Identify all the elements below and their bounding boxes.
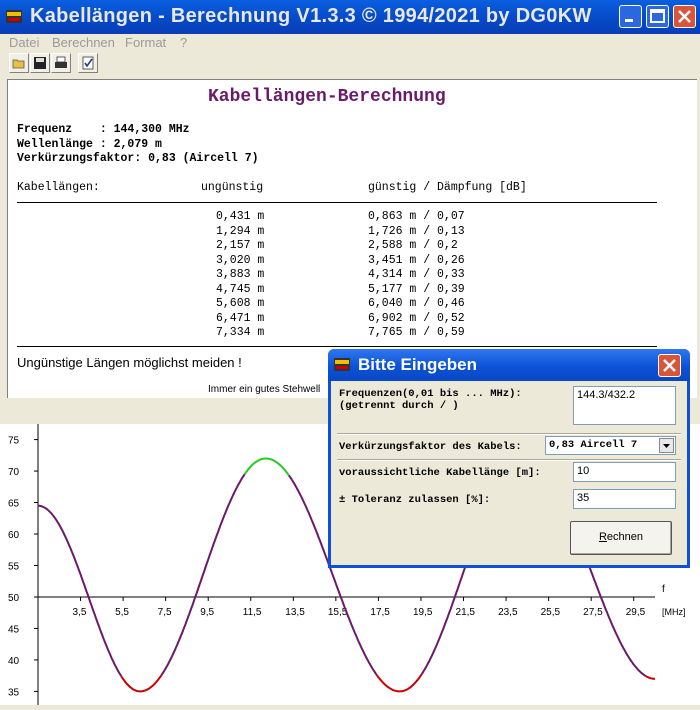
menu-berechnen[interactable]: Berechnen bbox=[52, 35, 115, 50]
row-gunstig: 3,451 m / 0,26 bbox=[368, 253, 465, 267]
y-tick-label: 65 bbox=[8, 499, 20, 510]
x-tick-label: 9,5 bbox=[200, 607, 214, 618]
y-tick-label: 75 bbox=[8, 436, 20, 447]
close-icon[interactable] bbox=[658, 354, 681, 377]
row-ungunstig: 7,334 m bbox=[216, 326, 265, 339]
x-tick-label: 19,5 bbox=[413, 607, 433, 618]
frequency-input[interactable]: 144.3/432.2 bbox=[573, 386, 676, 425]
tolerance-label: ± Toleranz zulassen [%]: bbox=[339, 494, 491, 506]
frequency-label: Frequenzen(0,01 bis ... MHz): (getrennt … bbox=[339, 388, 522, 412]
series-line bbox=[120, 674, 163, 693]
close-button[interactable] bbox=[673, 5, 696, 28]
menu-bar: Datei Berechnen Format ? bbox=[0, 34, 700, 51]
row-gunstig: 2,588 m / 0,2 bbox=[368, 239, 458, 252]
rechnen-button-label: Rechnen bbox=[598, 531, 644, 543]
row-ungunstig: 3,883 m bbox=[216, 268, 265, 281]
divider bbox=[17, 346, 657, 347]
y-tick-label: 55 bbox=[8, 562, 20, 573]
velocity-factor-select[interactable]: 0,83 Aircell 7 bbox=[545, 436, 676, 455]
row-gunstig: 6,040 m / 0,46 bbox=[368, 297, 465, 310]
tolerance-input[interactable]: 35 bbox=[573, 489, 676, 509]
y-tick-label: 70 bbox=[8, 467, 20, 478]
row-gunstig: 5,177 m / 0,39 bbox=[368, 282, 465, 296]
x-tick-label: 11,5 bbox=[243, 607, 262, 618]
footer-text: Immer ein gutes Stehwell bbox=[208, 384, 321, 395]
y-tick-label: 60 bbox=[8, 530, 20, 541]
print-icon[interactable] bbox=[51, 53, 71, 73]
cable-length-input[interactable]: 10 bbox=[573, 462, 676, 482]
chevron-down-icon[interactable] bbox=[659, 438, 674, 453]
menu-help[interactable]: ? bbox=[180, 35, 187, 50]
x-tick-label: 13,5 bbox=[285, 607, 305, 618]
velocity-factor-value: 0,83 Aircell 7 bbox=[549, 439, 638, 451]
row-ungunstig: 6,471 m bbox=[216, 311, 265, 325]
row-gunstig: 1,726 m / 0,13 bbox=[368, 224, 465, 238]
row-ungunstig: 1,294 m bbox=[216, 224, 265, 238]
column-header-label: Kabellängen: bbox=[17, 181, 100, 194]
toolbar bbox=[0, 51, 700, 75]
column-header-gunstig: günstig / Dämpfung [dB] bbox=[368, 181, 527, 194]
open-icon[interactable] bbox=[9, 53, 29, 73]
y-tick-label: 50 bbox=[8, 593, 20, 604]
divider bbox=[17, 202, 657, 203]
x-tick-label: 23,5 bbox=[498, 607, 518, 618]
menu-format[interactable]: Format bbox=[125, 35, 166, 50]
row-gunstig: 7,765 m / 0,59 bbox=[368, 326, 465, 339]
series-line bbox=[160, 473, 246, 676]
x-tick-label: 17,5 bbox=[370, 607, 390, 618]
x-tick-label: 25,5 bbox=[541, 607, 561, 618]
velocity-factor-label: Verkürzungsfaktor des Kabels: bbox=[339, 441, 522, 453]
dialog-title-bar[interactable]: Bitte Eingeben bbox=[328, 349, 690, 381]
rechnen-button[interactable]: Rechnen bbox=[570, 521, 672, 555]
row-ungunstig: 2,157 m bbox=[216, 239, 265, 252]
dialog-body: Frequenzen(0,01 bis ... MHz): (getrennt … bbox=[331, 381, 687, 565]
maximize-button[interactable] bbox=[646, 5, 669, 28]
series-line bbox=[645, 675, 655, 680]
row-ungunstig: 4,745 m bbox=[216, 282, 265, 296]
minimize-button[interactable] bbox=[619, 5, 642, 28]
title-bar[interactable]: Kabellängen - Berechnung V1.3.3 © 1994/2… bbox=[0, 0, 700, 34]
y-tick-label: 40 bbox=[8, 656, 20, 667]
check-icon[interactable] bbox=[78, 53, 98, 73]
length-table: 0,431 m 0,863 m / 0,07 1,294 m 1,726 m /… bbox=[8, 210, 688, 345]
series-line bbox=[376, 673, 423, 693]
separator bbox=[337, 459, 681, 461]
row-gunstig: 6,902 m / 0,52 bbox=[368, 311, 465, 325]
row-ungunstig: 0,431 m bbox=[216, 210, 265, 223]
window-title: Kabellängen - Berechnung V1.3.3 © 1994/2… bbox=[30, 5, 592, 27]
x-tick-label: 3,5 bbox=[73, 607, 87, 618]
y-tick-label: 35 bbox=[8, 687, 20, 698]
app-icon bbox=[6, 10, 22, 23]
x-tick-label: 5,5 bbox=[115, 607, 129, 618]
separator bbox=[337, 433, 681, 435]
x-tick-label: 21,5 bbox=[456, 607, 476, 618]
x-axis-unit: [MHz] bbox=[662, 607, 686, 617]
column-header-ungunstig: ungünstig bbox=[201, 181, 264, 194]
row-gunstig: 0,863 m / 0,07 bbox=[368, 210, 465, 223]
frequency-line: Frequenz : 144,300 MHz bbox=[17, 123, 190, 136]
x-axis-title: f bbox=[662, 584, 665, 595]
x-tick-label: 29,5 bbox=[626, 607, 646, 618]
warning-note: Ungünstige Längen möglichst meiden ! bbox=[17, 355, 242, 370]
row-ungunstig: 5,608 m bbox=[216, 297, 265, 310]
x-tick-label: 27,5 bbox=[583, 607, 603, 618]
dialog-app-icon bbox=[334, 358, 350, 376]
input-dialog: Bitte Eingeben Frequenzen(0,01 bis ... M… bbox=[328, 349, 690, 568]
report-title: Kabellängen-Berechnung bbox=[208, 87, 446, 107]
y-tick-label: 45 bbox=[8, 624, 20, 635]
menu-datei[interactable]: Datei bbox=[9, 35, 39, 50]
x-tick-label: 7,5 bbox=[158, 607, 172, 618]
velocity-factor-line: Verkürzungsfaktor: 0,83 (Aircell 7) bbox=[17, 152, 259, 165]
wavelength-line: Wellenlänge : 2,079 m bbox=[17, 138, 162, 151]
save-icon[interactable] bbox=[30, 53, 50, 73]
dialog-title: Bitte Eingeben bbox=[358, 355, 478, 374]
cable-length-label: voraussichtliche Kabellänge [m]: bbox=[339, 467, 541, 479]
row-gunstig: 4,314 m / 0,33 bbox=[368, 268, 465, 281]
series-line bbox=[243, 457, 290, 476]
series-line bbox=[38, 504, 123, 677]
row-ungunstig: 3,020 m bbox=[216, 253, 265, 267]
